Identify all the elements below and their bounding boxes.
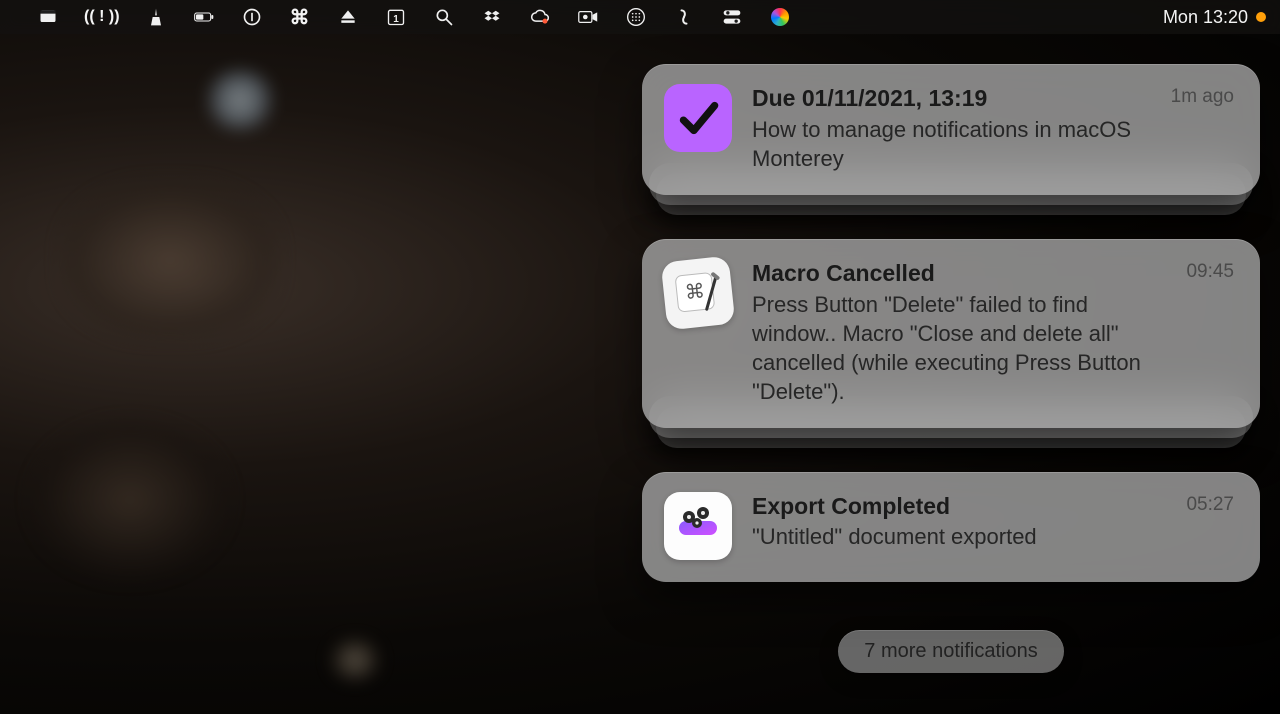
notification-stack[interactable]: Due 01/11/2021, 13:19 How to manage noti… — [642, 64, 1260, 195]
wallpaper-blob — [200, 70, 280, 130]
battery-icon[interactable] — [192, 5, 216, 29]
notification-text: Macro Cancelled Press Button "Delete" fa… — [752, 259, 1176, 406]
notification-text: Export Completed "Untitled" document exp… — [752, 492, 1176, 560]
dropbox-icon[interactable] — [480, 5, 504, 29]
omnifocus-check-icon — [664, 84, 732, 152]
clock-text: Mon 13:20 — [1163, 7, 1248, 28]
creative-cloud-icon[interactable] — [528, 5, 552, 29]
notification-title: Macro Cancelled — [752, 259, 1176, 288]
control-center-icon[interactable] — [720, 5, 744, 29]
wallpaper-blob — [30, 420, 230, 580]
command-icon[interactable]: ⌘ — [288, 5, 312, 29]
search-icon[interactable] — [432, 5, 456, 29]
notification-time: 05:27 — [1186, 492, 1234, 560]
svg-text:⌘: ⌘ — [684, 280, 706, 304]
notification-card[interactable]: ⌘ Macro Cancelled Press Button "Delete" … — [642, 239, 1260, 428]
menubar: (( ! )) ⌘ 1 Mon 13:20 — [0, 0, 1280, 34]
notification-body: "Untitled" document exported — [752, 522, 1176, 551]
onepassword-icon[interactable] — [240, 5, 264, 29]
eject-icon[interactable] — [336, 5, 360, 29]
notification-time: 1m ago — [1171, 84, 1234, 173]
screenflow-icon — [664, 492, 732, 560]
more-notifications-button[interactable]: 7 more notifications — [838, 630, 1063, 673]
wallpaper-blob — [330, 640, 380, 680]
window-icon[interactable] — [36, 5, 60, 29]
siri-icon[interactable] — [768, 5, 792, 29]
notification-body: How to manage notifications in macOS Mon… — [752, 115, 1161, 173]
notification-stack[interactable]: Export Completed "Untitled" document exp… — [642, 472, 1260, 582]
notification-text: Due 01/11/2021, 13:19 How to manage noti… — [752, 84, 1161, 173]
link-icon[interactable] — [672, 5, 696, 29]
more-notifications-label: 7 more notifications — [864, 640, 1037, 662]
clock-status-dot — [1256, 12, 1266, 22]
notification-time: 09:45 — [1186, 259, 1234, 406]
notification-body: Press Button "Delete" failed to find win… — [752, 290, 1176, 406]
notification-card[interactable]: Export Completed "Untitled" document exp… — [642, 472, 1260, 582]
keyboard-maestro-icon: ⌘ — [661, 255, 736, 330]
svg-text:1: 1 — [393, 14, 399, 25]
wallpaper-blob — [60, 180, 280, 340]
keyboard-icon[interactable] — [624, 5, 648, 29]
notification-title: Due 01/11/2021, 13:19 — [752, 84, 1161, 113]
notification-title: Export Completed — [752, 492, 1176, 521]
notification-center: Due 01/11/2021, 13:19 How to manage noti… — [642, 64, 1260, 673]
recorder-icon[interactable] — [576, 5, 600, 29]
broadcast-icon[interactable]: (( ! )) — [84, 5, 120, 29]
notification-card[interactable]: Due 01/11/2021, 13:19 How to manage noti… — [642, 64, 1260, 195]
clean-icon[interactable] — [144, 5, 168, 29]
menubar-clock[interactable]: Mon 13:20 — [1163, 7, 1266, 28]
notification-stack[interactable]: ⌘ Macro Cancelled Press Button "Delete" … — [642, 239, 1260, 428]
calendar-icon[interactable]: 1 — [384, 5, 408, 29]
